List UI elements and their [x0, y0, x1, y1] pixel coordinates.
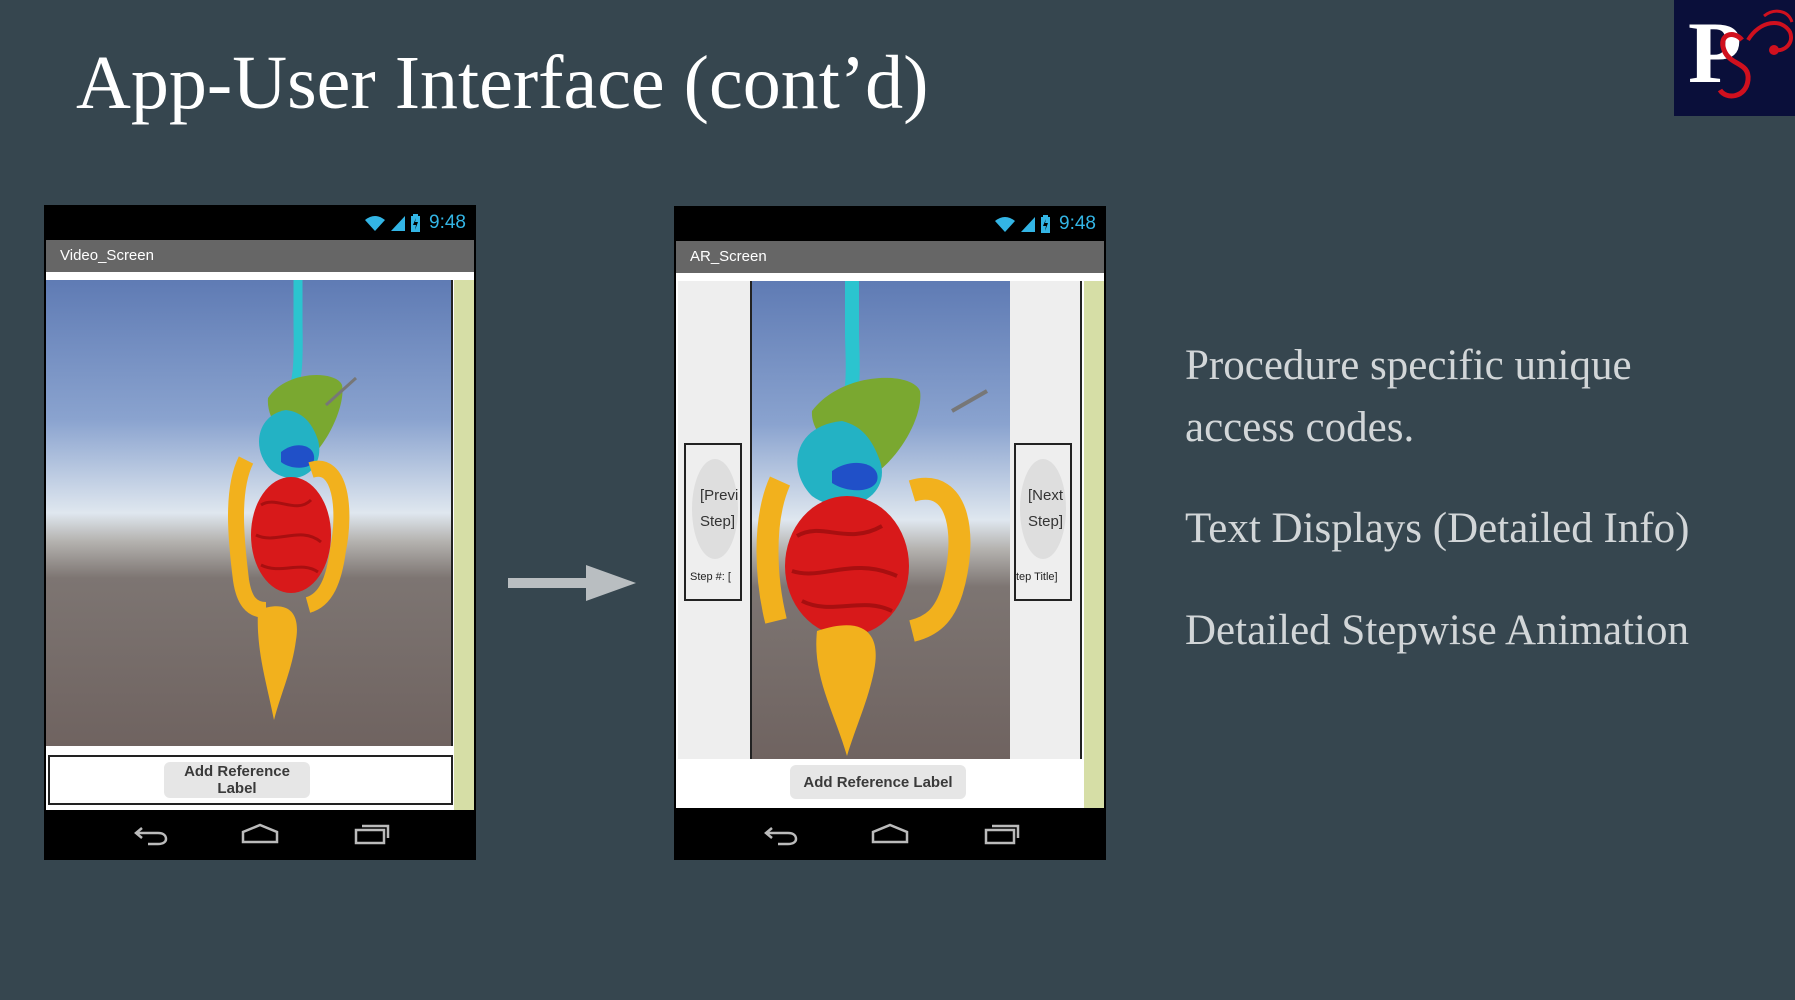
back-icon[interactable]: [762, 822, 798, 846]
step-title-label: tep Title]: [1016, 571, 1058, 583]
bullet-item: Detailed Stepwise Animation: [1185, 607, 1689, 654]
digestive-system-model: [756, 281, 988, 756]
home-icon[interactable]: [240, 822, 280, 846]
video-player[interactable]: [46, 280, 453, 746]
reference-row: Add Reference Label: [48, 755, 453, 805]
add-reference-label-button[interactable]: Add Reference Label: [790, 765, 966, 799]
wifi-icon: [365, 216, 386, 231]
recents-icon[interactable]: [354, 822, 390, 846]
reference-row: Add Reference Label: [678, 761, 1078, 805]
nav-bar: [674, 810, 1106, 860]
bullet-item: Text Displays (Detailed Info): [1185, 505, 1690, 552]
slide-title: App-User Interface (cont’d): [76, 41, 929, 125]
home-icon[interactable]: [870, 822, 910, 846]
prev-step-button[interactable]: [Previ Step]: [700, 483, 738, 535]
right-step-panel: [Next Step] tep Title]: [1010, 281, 1082, 759]
recents-icon[interactable]: [984, 822, 1020, 846]
signal-icon: [1021, 217, 1036, 232]
battery-icon: [411, 214, 421, 232]
bullet-item: access codes.: [1185, 404, 1415, 451]
ar-screen-phone: 9:48 AR_Screen [Previ Step] Step #: [[N…: [674, 206, 1106, 860]
next-step-box: [Next Step] tep Title]: [1014, 443, 1072, 601]
screen-title-bar: AR_Screen: [676, 241, 1104, 273]
battery-icon: [1041, 215, 1051, 233]
back-icon[interactable]: [132, 822, 168, 846]
ps-logo-icon: P: [1674, 0, 1795, 116]
left-step-panel: [Previ Step] Step #: [: [678, 281, 752, 759]
status-bar: 9:48: [44, 205, 476, 240]
prev-step-box: [Previ Step] Step #: [: [684, 443, 742, 601]
screen-title: AR_Screen: [690, 248, 767, 265]
nav-bar: [44, 810, 476, 860]
screen-content: Add Reference Label: [46, 272, 474, 813]
status-time: 9:48: [1059, 213, 1096, 234]
status-bar: 9:48: [674, 206, 1106, 241]
screen-title-bar: Video_Screen: [46, 240, 474, 272]
status-time: 9:48: [429, 212, 466, 233]
video-screen-phone: 9:48 Video_Screen Add Reference Label: [44, 205, 476, 860]
side-strip: [454, 280, 474, 813]
ar-camera-view[interactable]: [750, 281, 1012, 759]
side-strip: [1084, 281, 1104, 808]
screen-title: Video_Screen: [60, 247, 154, 264]
bullet-item: Procedure specific unique: [1185, 342, 1632, 389]
next-step-button[interactable]: [Next Step]: [1028, 483, 1063, 535]
add-reference-label-button[interactable]: Add Reference Label: [164, 762, 310, 798]
signal-icon: [391, 216, 406, 231]
wifi-icon: [995, 217, 1016, 232]
right-arrow-icon: [508, 565, 636, 601]
screen-content: [Previ Step] Step #: [ [Next Step] tep T…: [676, 273, 1104, 808]
step-number-label: Step #: [: [690, 571, 731, 583]
svg-text:P: P: [1688, 5, 1742, 102]
digestive-system-model: [228, 280, 358, 720]
